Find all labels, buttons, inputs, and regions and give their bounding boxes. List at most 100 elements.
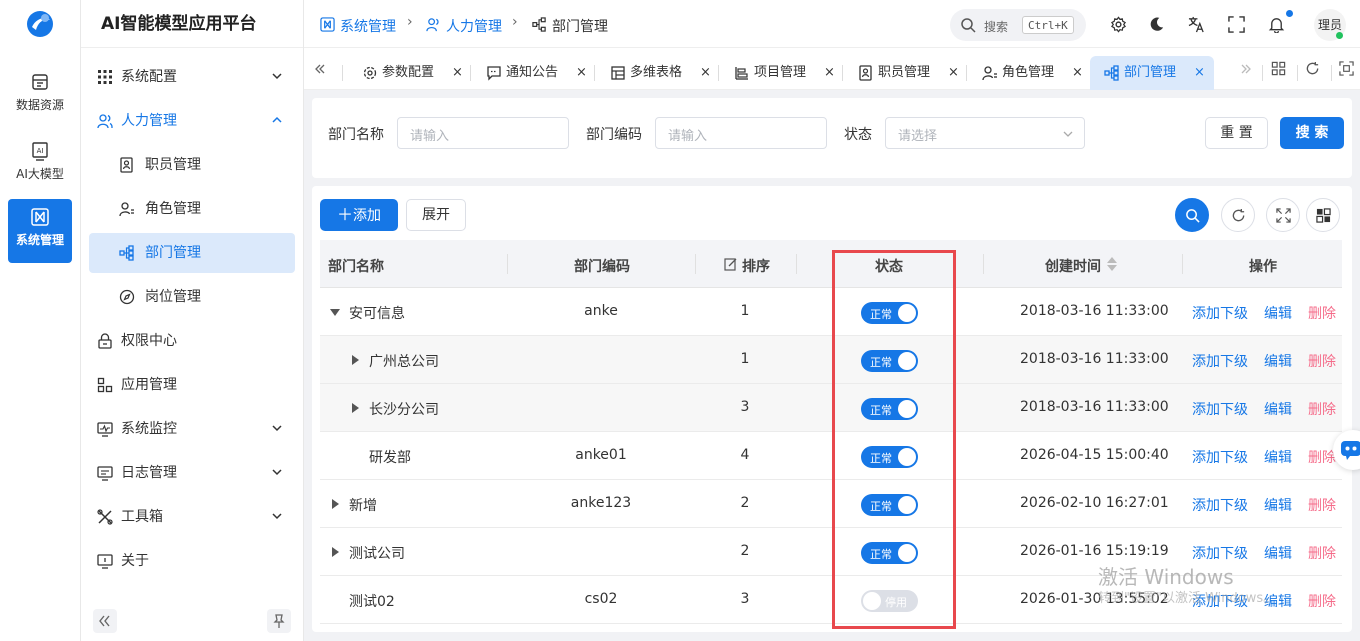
edit-link[interactable]: 编辑 xyxy=(1264,543,1292,563)
status-select[interactable]: 请选择 xyxy=(885,117,1085,149)
caret-right-icon[interactable] xyxy=(350,355,360,365)
search-button[interactable]: 搜 索 xyxy=(1280,117,1344,149)
tab-grid-icon[interactable] xyxy=(1271,61,1286,76)
caret-down-icon[interactable] xyxy=(330,307,340,317)
tab-multi-table[interactable]: 多维表格 × xyxy=(606,56,714,90)
bell-icon[interactable] xyxy=(1268,16,1285,33)
tab-department[interactable]: 部门管理 × xyxy=(1090,56,1214,90)
edit-link[interactable]: 编辑 xyxy=(1264,303,1292,323)
sidebar-item-staff[interactable]: 职员管理 xyxy=(89,145,295,185)
maximize-icon[interactable] xyxy=(1339,61,1354,76)
refresh-icon[interactable] xyxy=(1305,61,1320,76)
tab-notice[interactable]: 通知公告 × xyxy=(482,56,590,90)
scroll-right-icon[interactable] xyxy=(1240,63,1252,75)
sidebar-item-permission[interactable]: 权限中心 xyxy=(89,321,295,361)
column-settings-button[interactable] xyxy=(1306,198,1340,232)
sidebar-item-about[interactable]: 关于 xyxy=(89,541,295,581)
add-child-link[interactable]: 添加下级 xyxy=(1192,495,1248,515)
edit-link[interactable]: 编辑 xyxy=(1264,447,1292,467)
status-toggle[interactable]: 正常 xyxy=(861,302,918,324)
sidebar-item-system-config[interactable]: 系统配置 xyxy=(89,57,295,97)
density-button[interactable] xyxy=(1266,198,1300,232)
close-icon[interactable]: × xyxy=(1072,56,1083,90)
close-icon[interactable]: × xyxy=(576,56,587,90)
toggle-label: 正常 xyxy=(870,308,892,321)
moon-icon[interactable] xyxy=(1148,16,1165,33)
grid-icon xyxy=(98,70,112,84)
toggle-search-button[interactable] xyxy=(1175,198,1209,232)
sidebar-item-department[interactable]: 部门管理 xyxy=(89,233,295,273)
status-toggle[interactable]: 正常 xyxy=(861,398,918,420)
caret-right-icon[interactable] xyxy=(330,547,340,557)
select-placeholder: 请选择 xyxy=(898,129,938,144)
tab-divider xyxy=(966,65,967,81)
delete-link[interactable]: 删除 xyxy=(1308,351,1336,371)
sidebar-item-hr[interactable]: 人力管理 xyxy=(89,101,295,141)
translate-icon[interactable] xyxy=(1188,16,1205,33)
add-child-link[interactable]: 添加下级 xyxy=(1192,447,1248,467)
delete-link[interactable]: 删除 xyxy=(1308,543,1336,563)
breadcrumb-item[interactable]: 系统管理 xyxy=(340,16,396,36)
users-icon xyxy=(97,114,113,129)
add-child-link[interactable]: 添加下级 xyxy=(1192,351,1248,371)
delete-link[interactable]: 删除 xyxy=(1308,495,1336,515)
sidebar-item-log[interactable]: 日志管理 xyxy=(89,453,295,493)
sidebar-item-apps[interactable]: 应用管理 xyxy=(89,365,295,405)
global-search[interactable]: 搜索 Ctrl+K xyxy=(950,9,1086,41)
dept-name-input[interactable]: 请输入 xyxy=(397,117,569,149)
collapse-sidebar-icon[interactable] xyxy=(93,609,117,633)
pin-icon[interactable] xyxy=(267,609,291,633)
edit-link[interactable]: 编辑 xyxy=(1264,351,1292,371)
expand-button[interactable]: 展开 xyxy=(406,199,466,231)
table-row: 新增 anke123 2 正常 2026-02-10 16:27:01 添加下级 编辑 删除 xyxy=(320,480,1342,528)
status-toggle[interactable]: 正常 xyxy=(861,446,918,468)
delete-link[interactable]: 删除 xyxy=(1308,303,1336,323)
sort-cell: 3 xyxy=(740,591,750,607)
sidebar-item-position[interactable]: 岗位管理 xyxy=(89,277,295,317)
dept-code-input[interactable]: 请输入 xyxy=(655,117,827,149)
delete-link[interactable]: 删除 xyxy=(1308,591,1336,611)
gear-icon[interactable] xyxy=(1110,16,1127,33)
delete-link[interactable]: 删除 xyxy=(1308,447,1336,467)
add-child-link[interactable]: 添加下级 xyxy=(1192,303,1248,323)
rail-item-ai[interactable]: AI AI大模型 xyxy=(8,133,72,197)
delete-link[interactable]: 删除 xyxy=(1308,399,1336,419)
status-toggle[interactable]: 正常 xyxy=(861,494,918,516)
status-toggle[interactable]: 停用 xyxy=(861,590,918,612)
edit-link[interactable]: 编辑 xyxy=(1264,495,1292,515)
breadcrumb-item[interactable]: 人力管理 xyxy=(446,16,502,36)
close-icon[interactable]: × xyxy=(700,56,711,90)
close-icon[interactable]: × xyxy=(1194,56,1205,90)
created-time-cell: 2018-03-16 11:33:00 xyxy=(1020,303,1169,319)
status-toggle[interactable]: 正常 xyxy=(861,542,918,564)
close-icon[interactable]: × xyxy=(452,56,463,90)
close-icon[interactable]: × xyxy=(948,56,959,90)
caret-right-icon[interactable] xyxy=(350,403,360,413)
tab-params[interactable]: 参数配置 × xyxy=(358,56,466,90)
sidebar-item-role[interactable]: 角色管理 xyxy=(89,189,295,229)
edit-link[interactable]: 编辑 xyxy=(1264,399,1292,419)
rail-label: 数据资源 xyxy=(15,98,64,112)
sidebar-item-monitor[interactable]: 系统监控 xyxy=(89,409,295,449)
log-icon xyxy=(97,466,113,481)
status-toggle[interactable]: 正常 xyxy=(861,350,918,372)
tab-role[interactable]: 角色管理 × xyxy=(978,56,1086,90)
rail-item-system[interactable]: 系统管理 xyxy=(8,199,72,263)
refresh-table-button[interactable] xyxy=(1221,198,1255,232)
close-icon[interactable]: × xyxy=(824,56,835,90)
caret-right-icon[interactable] xyxy=(330,499,340,509)
add-child-link[interactable]: 添加下级 xyxy=(1192,543,1248,563)
tab-label: 参数配置 xyxy=(382,65,435,80)
add-button[interactable]: ＋添加 xyxy=(320,199,398,231)
tab-staff[interactable]: 职员管理 × xyxy=(854,56,962,90)
toggle-knob xyxy=(898,400,916,418)
add-child-link[interactable]: 添加下级 xyxy=(1192,399,1248,419)
rail-item-data[interactable]: 数据资源 xyxy=(8,64,72,128)
reset-button[interactable]: 重 置 xyxy=(1205,117,1268,149)
tab-project[interactable]: 项目管理 × xyxy=(730,56,838,90)
sort-icon[interactable] xyxy=(1106,255,1118,273)
fullscreen-icon[interactable] xyxy=(1228,16,1245,33)
scroll-left-icon[interactable] xyxy=(314,63,326,75)
svg-text:AI: AI xyxy=(37,147,44,155)
sidebar-item-tools[interactable]: 工具箱 xyxy=(89,497,295,537)
